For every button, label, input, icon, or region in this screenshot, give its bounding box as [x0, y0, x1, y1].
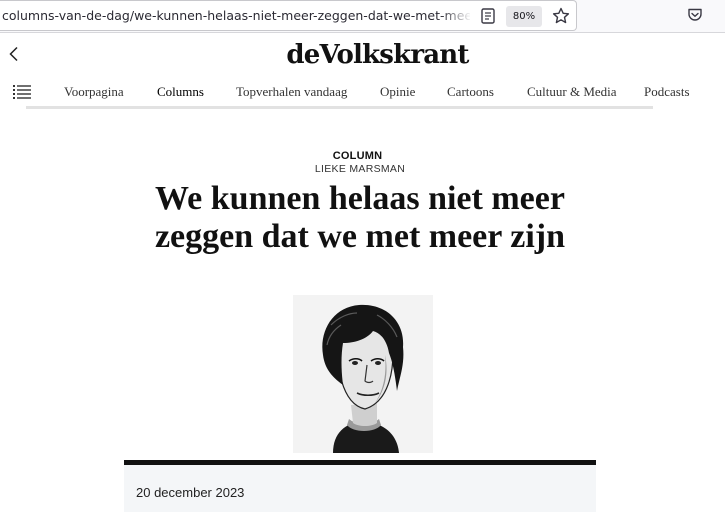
nav-item-topverhalen-vandaag[interactable]: Topverhalen vandaag	[236, 84, 347, 100]
reader-view-icon[interactable]	[481, 8, 495, 24]
article-date: 20 december 2023	[136, 485, 245, 500]
zoom-level-button[interactable]: 80%	[506, 6, 542, 27]
bookmark-star-icon[interactable]	[552, 7, 570, 25]
article-meta: 20 december 2023	[124, 465, 596, 512]
main-navigation: Voorpagina Columns Topverhalen vandaag O…	[0, 84, 725, 102]
pocket-icon[interactable]	[687, 7, 703, 23]
article-kicker[interactable]: COLUMN	[0, 150, 715, 162]
address-bar[interactable]: columns-van-de-dag/we-kunnen-helaas-niet…	[0, 0, 577, 31]
site-logo[interactable]: deVolkskrant	[0, 40, 725, 70]
nav-item-cultuur-media[interactable]: Cultuur & Media	[527, 84, 617, 100]
url-text[interactable]: columns-van-de-dag/we-kunnen-helaas-niet…	[2, 8, 470, 23]
nav-item-columns[interactable]: Columns	[157, 84, 204, 100]
url-fade	[440, 3, 472, 29]
article-headline: We kunnen helaas niet meer zeggen dat we…	[154, 180, 566, 255]
nav-item-opinie[interactable]: Opinie	[380, 84, 415, 100]
article-author[interactable]: LIEKE MARSMAN	[0, 163, 720, 175]
nav-item-podcasts[interactable]: Podcasts	[644, 84, 690, 100]
author-portrait	[293, 295, 433, 453]
browser-toolbar: columns-van-de-dag/we-kunnen-helaas-niet…	[0, 0, 725, 33]
nav-divider	[26, 106, 653, 109]
nav-item-cartoons[interactable]: Cartoons	[447, 84, 494, 100]
nav-item-voorpagina[interactable]: Voorpagina	[64, 84, 124, 100]
